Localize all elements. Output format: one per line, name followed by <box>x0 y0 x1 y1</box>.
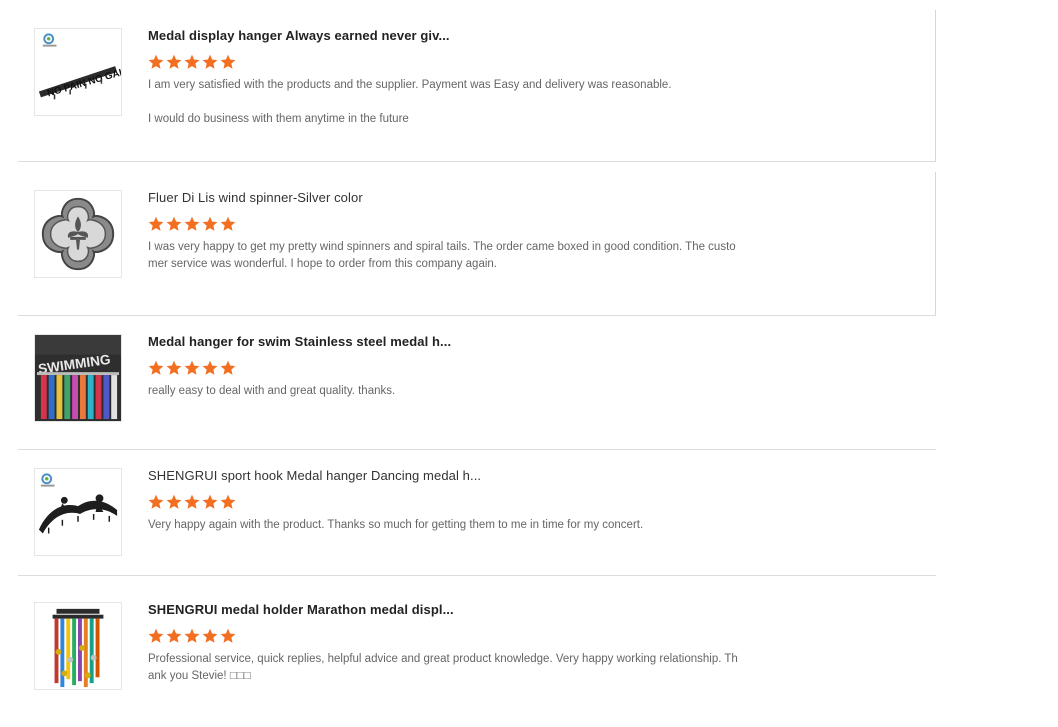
review-list: NO PAIN NO GAIN Medal display hanger Alw… <box>0 0 1058 727</box>
product-thumbnail[interactable]: SWIMMING <box>34 334 122 422</box>
review-item: Fluer Di Lis wind spinner-Silver color I… <box>18 172 936 316</box>
star-rating <box>148 216 236 232</box>
star-icon <box>148 628 164 643</box>
star-icon <box>184 360 200 375</box>
product-title[interactable]: Medal display hanger Always earned never… <box>148 28 450 43</box>
review-comment: Professional service, quick replies, hel… <box>148 653 738 682</box>
star-icon <box>220 54 236 69</box>
review-item: SHENGRUI sport hook Medal hanger Dancing… <box>18 450 936 576</box>
product-thumbnail[interactable] <box>34 468 122 556</box>
star-icon <box>184 216 200 231</box>
star-icon <box>220 360 236 375</box>
review-comment: Very happy again with the product. Thank… <box>148 519 644 531</box>
review-comment: I am very satisfied with the products an… <box>148 79 672 125</box>
star-icon <box>148 360 164 375</box>
product-title[interactable]: Medal hanger for swim Stainless steel me… <box>148 334 451 349</box>
star-icon <box>220 494 236 509</box>
review-item: SHENGRUI medal holder Marathon medal dis… <box>18 584 936 727</box>
star-icon <box>220 628 236 643</box>
star-icon <box>220 216 236 231</box>
product-image: NO PAIN NO GAIN <box>35 29 121 115</box>
star-icon <box>202 628 218 643</box>
star-rating <box>148 494 236 510</box>
star-icon <box>148 216 164 231</box>
star-icon <box>148 54 164 69</box>
product-thumbnail[interactable] <box>34 190 122 278</box>
star-icon <box>202 494 218 509</box>
star-icon <box>166 54 182 69</box>
star-rating <box>148 54 236 70</box>
product-image: SWIMMING <box>35 335 121 421</box>
star-icon <box>148 494 164 509</box>
star-icon <box>202 54 218 69</box>
star-icon <box>166 216 182 231</box>
product-title[interactable]: SHENGRUI medal holder Marathon medal dis… <box>148 602 454 617</box>
review-comment: I was very happy to get my pretty wind s… <box>148 241 736 270</box>
star-icon <box>184 628 200 643</box>
star-icon <box>202 360 218 375</box>
star-icon <box>166 360 182 375</box>
product-thumbnail[interactable]: NO PAIN NO GAIN <box>34 28 122 116</box>
product-title[interactable]: Fluer Di Lis wind spinner-Silver color <box>148 190 363 205</box>
star-icon <box>184 494 200 509</box>
star-icon <box>166 494 182 509</box>
star-rating <box>148 360 236 376</box>
product-image <box>35 191 121 277</box>
review-comment: really easy to deal with and great quali… <box>148 385 396 397</box>
divider <box>935 172 936 315</box>
star-icon <box>184 54 200 69</box>
star-rating <box>148 628 236 644</box>
star-icon <box>166 628 182 643</box>
star-icon <box>202 216 218 231</box>
product-image <box>35 603 121 689</box>
product-title[interactable]: SHENGRUI sport hook Medal hanger Dancing… <box>148 468 481 483</box>
divider <box>935 10 936 161</box>
product-image <box>35 469 121 555</box>
review-item: NO PAIN NO GAIN Medal display hanger Alw… <box>18 10 936 162</box>
product-thumbnail[interactable] <box>34 602 122 690</box>
review-item: SWIMMING Medal hanger for swim Stainless… <box>18 316 936 450</box>
